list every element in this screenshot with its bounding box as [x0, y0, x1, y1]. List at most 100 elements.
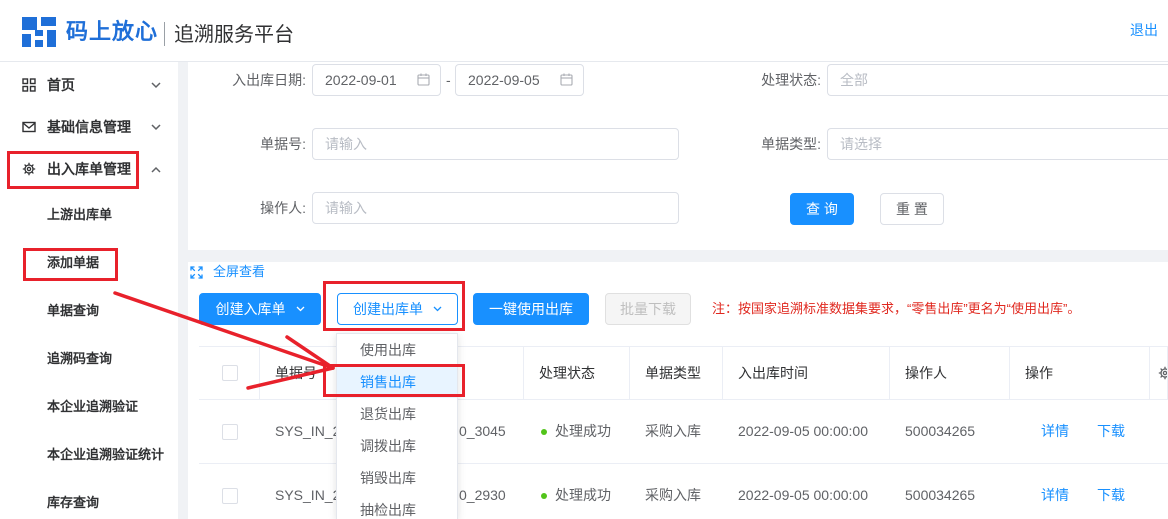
dropdown-item-sampling-outbound[interactable]: 抽检出库: [337, 494, 457, 519]
column-header-time[interactable]: 入出库时间: [723, 347, 890, 399]
sidebar-subitem-label: 上游出库单: [47, 207, 113, 222]
sidebar-subitem-label: 追溯码查询: [47, 351, 113, 366]
select-all-checkbox[interactable]: [222, 365, 238, 381]
batch-download-button[interactable]: 批量下载: [605, 293, 691, 325]
status-text: 处理成功: [555, 487, 611, 503]
settings-icon[interactable]: [1158, 366, 1167, 380]
row-filler-cell: [1150, 464, 1168, 519]
reset-button[interactable]: 重 置: [880, 193, 944, 225]
fullscreen-icon[interactable]: [190, 266, 203, 279]
status-cell: 处理成功: [524, 400, 630, 463]
row-filler-cell: [1150, 400, 1168, 463]
column-header-actions: 操作: [1010, 347, 1150, 399]
platform-title: 追溯服务平台: [174, 24, 294, 46]
column-header-status[interactable]: 处理状态: [524, 347, 630, 399]
calendar-icon: [560, 73, 573, 86]
outbound-type-dropdown: 使用出库 销售出库 退货出库 调拨出库 销毁出库 抽检出库: [336, 333, 458, 519]
operator-cell: 500034265: [905, 423, 976, 439]
row-select-cell: [199, 464, 260, 519]
grid-icon: [22, 78, 36, 92]
button-label: 创建入库单: [215, 301, 286, 317]
gear-icon: [22, 162, 36, 176]
operator-cell: 500034265: [905, 487, 976, 503]
time-cell: 2022-09-05 00:00:00: [738, 423, 868, 439]
sidebar-item-label: 出入库单管理: [47, 161, 131, 177]
actions-cell: 详情 下载: [1010, 400, 1150, 463]
column-header-operator[interactable]: 操作人: [890, 347, 1010, 399]
sidebar-item-basic-info[interactable]: 基础信息管理: [0, 107, 178, 147]
fullscreen-link[interactable]: 全屏查看: [213, 262, 265, 282]
date-range-label: 入出库日期:: [232, 72, 306, 88]
header-select-cell: [199, 347, 260, 399]
sidebar-item-inout-orders[interactable]: 出入库单管理: [0, 149, 178, 189]
chevron-down-icon: [433, 306, 442, 312]
sidebar-item-label: 首页: [47, 77, 75, 93]
query-button[interactable]: 查 询: [790, 193, 854, 225]
dropdown-item-sales-outbound[interactable]: 销售出库: [337, 366, 457, 398]
logo-icon: [22, 17, 56, 47]
status-cell: 处理成功: [524, 464, 630, 519]
calendar-icon: [417, 73, 430, 86]
date-end-picker[interactable]: [455, 64, 584, 96]
sidebar-subitem-label: 本企业追溯验证: [47, 399, 139, 414]
sidebar-subitem-add-document[interactable]: 添加单据: [0, 243, 178, 283]
header-divider: [164, 22, 165, 46]
doc-type-cell: 采购入库: [645, 487, 701, 503]
chevron-down-icon: [151, 124, 161, 131]
mail-icon: [22, 120, 36, 134]
sidebar-subitem-trace-verify-stats[interactable]: 本企业追溯验证统计: [0, 435, 178, 475]
create-inbound-button[interactable]: 创建入库单: [199, 293, 321, 325]
download-link[interactable]: 下载: [1097, 487, 1125, 503]
button-label: 创建出库单: [353, 301, 423, 317]
status-text: 处理成功: [555, 423, 611, 439]
status-label: 处理状态:: [761, 72, 821, 88]
sidebar: 首页 基础信息管理 出入库单管理 上游出库单 添加单据 单据查询 追溯码查询 本…: [0, 62, 178, 519]
operator-input[interactable]: [312, 192, 679, 224]
success-dot-icon: [541, 428, 547, 435]
row-checkbox[interactable]: [222, 423, 238, 440]
sidebar-subitem-label: 库存查询: [47, 495, 100, 510]
doc-type-label: 单据类型:: [761, 136, 821, 152]
dropdown-item-transfer-outbound[interactable]: 调拨出库: [337, 430, 457, 462]
date-separator: -: [446, 72, 451, 88]
column-header-doc-type[interactable]: 单据类型: [630, 347, 723, 399]
dropdown-item-return-outbound[interactable]: 退货出库: [337, 398, 457, 430]
logout-link[interactable]: 退出: [1130, 20, 1158, 40]
time-cell: 2022-09-05 00:00:00: [738, 487, 868, 503]
status-select[interactable]: [827, 64, 1168, 96]
operator-label: 操作人:: [260, 200, 306, 216]
row-select-cell: [199, 400, 260, 463]
download-link[interactable]: 下载: [1097, 423, 1125, 439]
brand-name: 码上放心: [66, 19, 159, 44]
detail-link[interactable]: 详情: [1041, 423, 1069, 439]
doc-no-end: 0_2930: [459, 487, 506, 503]
doc-no-label: 单据号:: [260, 136, 306, 152]
sidebar-item-label: 基础信息管理: [47, 119, 131, 135]
sidebar-subitem-inventory-query[interactable]: 库存查询: [0, 483, 178, 519]
column-settings-cell: [1150, 347, 1168, 399]
dropdown-item-destroy-outbound[interactable]: 销毁出库: [337, 462, 457, 494]
doc-no-end: 0_3045: [459, 423, 506, 439]
doc-no-input[interactable]: [312, 128, 679, 160]
sidebar-item-home[interactable]: 首页: [0, 65, 178, 105]
sidebar-subitem-label: 本企业追溯验证统计: [47, 447, 165, 462]
date-start-picker[interactable]: [312, 64, 441, 96]
chevron-up-icon: [151, 166, 161, 173]
create-outbound-button[interactable]: 创建出库单: [337, 293, 458, 325]
rename-notice: 注：按国家追溯标准数据集要求，“零售出库”更名为“使用出库”。: [712, 301, 1081, 316]
doc-type-select[interactable]: [827, 128, 1168, 160]
chevron-down-icon: [151, 82, 161, 89]
success-dot-icon: [541, 492, 547, 499]
sidebar-subitem-label: 添加单据: [47, 255, 100, 270]
row-checkbox[interactable]: [222, 487, 238, 504]
top-header: 码上放心 追溯服务平台 退出: [0, 0, 1168, 62]
sidebar-subitem-trace-verify[interactable]: 本企业追溯验证: [0, 387, 178, 427]
dropdown-item-use-outbound[interactable]: 使用出库: [337, 334, 457, 366]
detail-link[interactable]: 详情: [1041, 487, 1069, 503]
results-panel: 全屏查看 创建入库单 创建出库单 一键使用出库 批量下载 注：按国家追溯标准数据…: [188, 262, 1168, 519]
sidebar-subitem-trace-code-query[interactable]: 追溯码查询: [0, 339, 178, 379]
sidebar-subitem-upstream-outbound[interactable]: 上游出库单: [0, 195, 178, 235]
sidebar-subitem-label: 单据查询: [47, 303, 100, 318]
one-click-use-outbound-button[interactable]: 一键使用出库: [473, 293, 589, 325]
sidebar-subitem-document-query[interactable]: 单据查询: [0, 291, 178, 331]
